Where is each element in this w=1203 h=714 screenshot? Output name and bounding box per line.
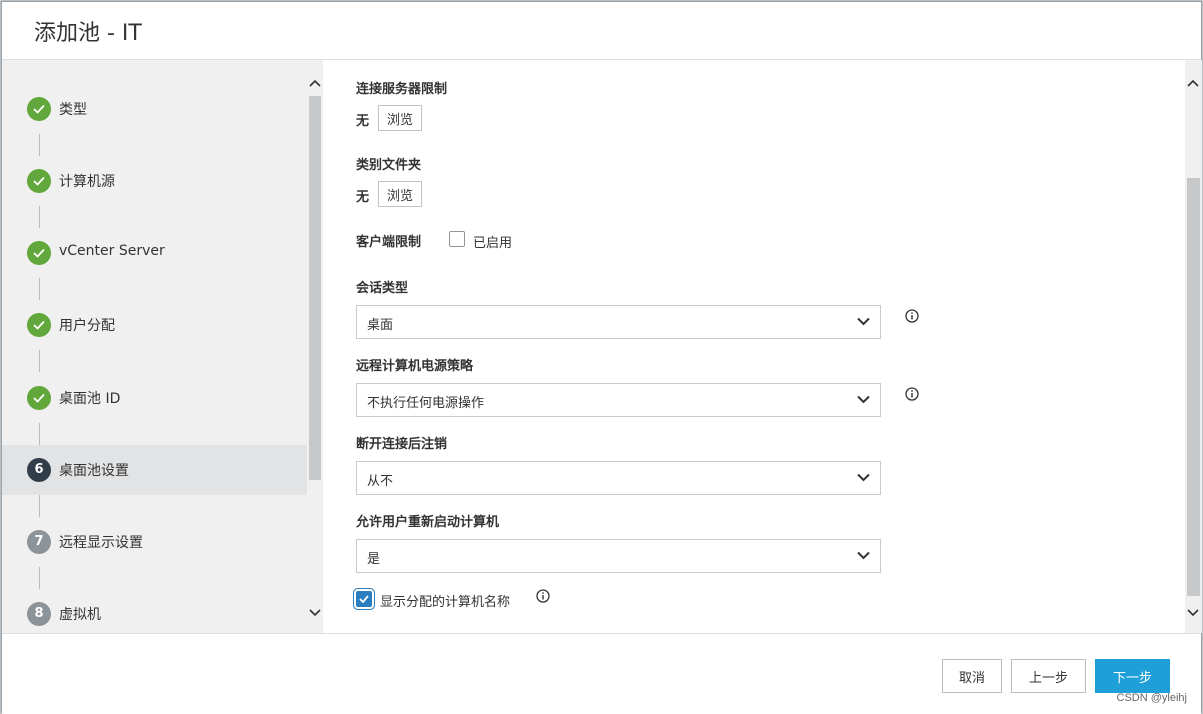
step-user-assignment[interactable]: 用户分配	[2, 300, 307, 350]
client-limit-checkbox[interactable]	[449, 231, 465, 247]
content-scrollbar[interactable]	[1185, 60, 1202, 633]
scroll-up-icon[interactable]	[1187, 76, 1199, 90]
allow-restart-value: 是	[367, 552, 381, 567]
step-pool-id[interactable]: 桌面池 ID	[2, 373, 307, 423]
chevron-down-icon	[857, 473, 870, 482]
step-remote-display[interactable]: 7 远程显示设置	[2, 517, 307, 567]
watermark: CSDN @yleihj	[1116, 692, 1187, 704]
server-limit-value: 无	[356, 114, 370, 129]
step-number: 6	[27, 458, 51, 482]
power-policy-select[interactable]: 不执行任何电源操作	[356, 383, 881, 417]
check-icon	[27, 386, 51, 410]
client-limit-enabled-label: 已启用	[473, 236, 513, 251]
check-icon	[27, 169, 51, 193]
check-icon	[27, 313, 51, 337]
server-limit-label: 连接服务器限制	[356, 82, 448, 97]
step-label: 用户分配	[59, 318, 115, 334]
category-folder-browse-button[interactable]: 浏览	[378, 181, 422, 207]
allow-restart-label: 允许用户重新启动计算机	[356, 515, 500, 530]
scroll-up-icon[interactable]	[309, 76, 321, 90]
step-label: 虚拟机	[59, 607, 101, 623]
logoff-label: 断开连接后注销	[356, 437, 448, 452]
step-label: 桌面池 ID	[59, 391, 121, 407]
scrollbar-thumb[interactable]	[309, 96, 321, 480]
step-connector	[39, 567, 40, 589]
chevron-down-icon	[857, 395, 870, 404]
sidebar-scrollbar[interactable]	[307, 60, 323, 633]
server-limit-browse-button[interactable]: 浏览	[378, 105, 422, 131]
scroll-down-icon[interactable]	[309, 606, 321, 620]
step-label: 计算机源	[59, 174, 115, 190]
show-machine-name-label: 显示分配的计算机名称	[380, 595, 511, 610]
category-folder-label: 类别文件夹	[356, 158, 422, 173]
session-type-value: 桌面	[367, 318, 394, 333]
logoff-value: 从不	[367, 474, 394, 489]
step-connector	[39, 350, 40, 372]
step-connector	[39, 206, 40, 228]
step-label: vCenter Server	[59, 243, 165, 259]
info-icon[interactable]	[905, 387, 919, 401]
check-icon	[27, 241, 51, 265]
step-label: 桌面池设置	[59, 463, 129, 479]
check-icon	[27, 97, 51, 121]
add-pool-dialog: 添加池 - IT 类型 计算机源 vCenter Server 用户分配 桌面池…	[1, 1, 1202, 714]
show-machine-name-checkbox[interactable]	[356, 591, 372, 607]
allow-restart-select[interactable]: 是	[356, 539, 881, 573]
power-policy-label: 远程计算机电源策略	[356, 359, 474, 374]
dialog-title: 添加池 - IT	[34, 21, 142, 46]
step-label: 类型	[59, 102, 87, 118]
wizard-steps: 类型 计算机源 vCenter Server 用户分配 桌面池 ID 6 桌面池…	[2, 60, 307, 633]
chevron-down-icon	[857, 317, 870, 326]
back-button[interactable]: 上一步	[1011, 659, 1086, 693]
category-folder-value: 无	[356, 190, 370, 205]
step-label: 远程显示设置	[59, 535, 143, 551]
chevron-down-icon	[857, 551, 870, 560]
step-number: 7	[27, 530, 51, 554]
logoff-select[interactable]: 从不	[356, 461, 881, 495]
step-connector	[39, 495, 40, 517]
info-icon[interactable]	[905, 309, 919, 323]
step-connector	[39, 134, 40, 156]
step-virtual-machine[interactable]: 8 虚拟机	[2, 589, 307, 633]
session-type-select[interactable]: 桌面	[356, 305, 881, 339]
step-computer-source[interactable]: 计算机源	[2, 156, 307, 206]
step-type[interactable]: 类型	[2, 84, 307, 134]
cancel-button[interactable]: 取消	[942, 659, 1002, 693]
dialog-footer: 取消 上一步 下一步 CSDN @yleihj	[2, 633, 1201, 714]
step-number: 8	[27, 602, 51, 626]
step-pool-settings[interactable]: 6 桌面池设置	[2, 445, 307, 495]
scrollbar-thumb[interactable]	[1187, 178, 1200, 596]
scroll-down-icon[interactable]	[1187, 606, 1199, 620]
dialog-header: 添加池 - IT	[2, 2, 1201, 60]
session-type-label: 会话类型	[356, 281, 409, 296]
info-icon[interactable]	[536, 589, 550, 603]
step-connector	[39, 423, 40, 445]
power-policy-value: 不执行任何电源操作	[367, 396, 485, 411]
next-button[interactable]: 下一步	[1095, 659, 1170, 693]
pool-settings-form: 连接服务器限制 无 浏览 类别文件夹 无 浏览 客户端限制 已启用 会话类型 桌…	[323, 60, 1185, 633]
client-limit-label: 客户端限制	[356, 235, 422, 250]
step-vcenter-server[interactable]: vCenter Server	[2, 228, 307, 278]
step-connector	[39, 278, 40, 300]
